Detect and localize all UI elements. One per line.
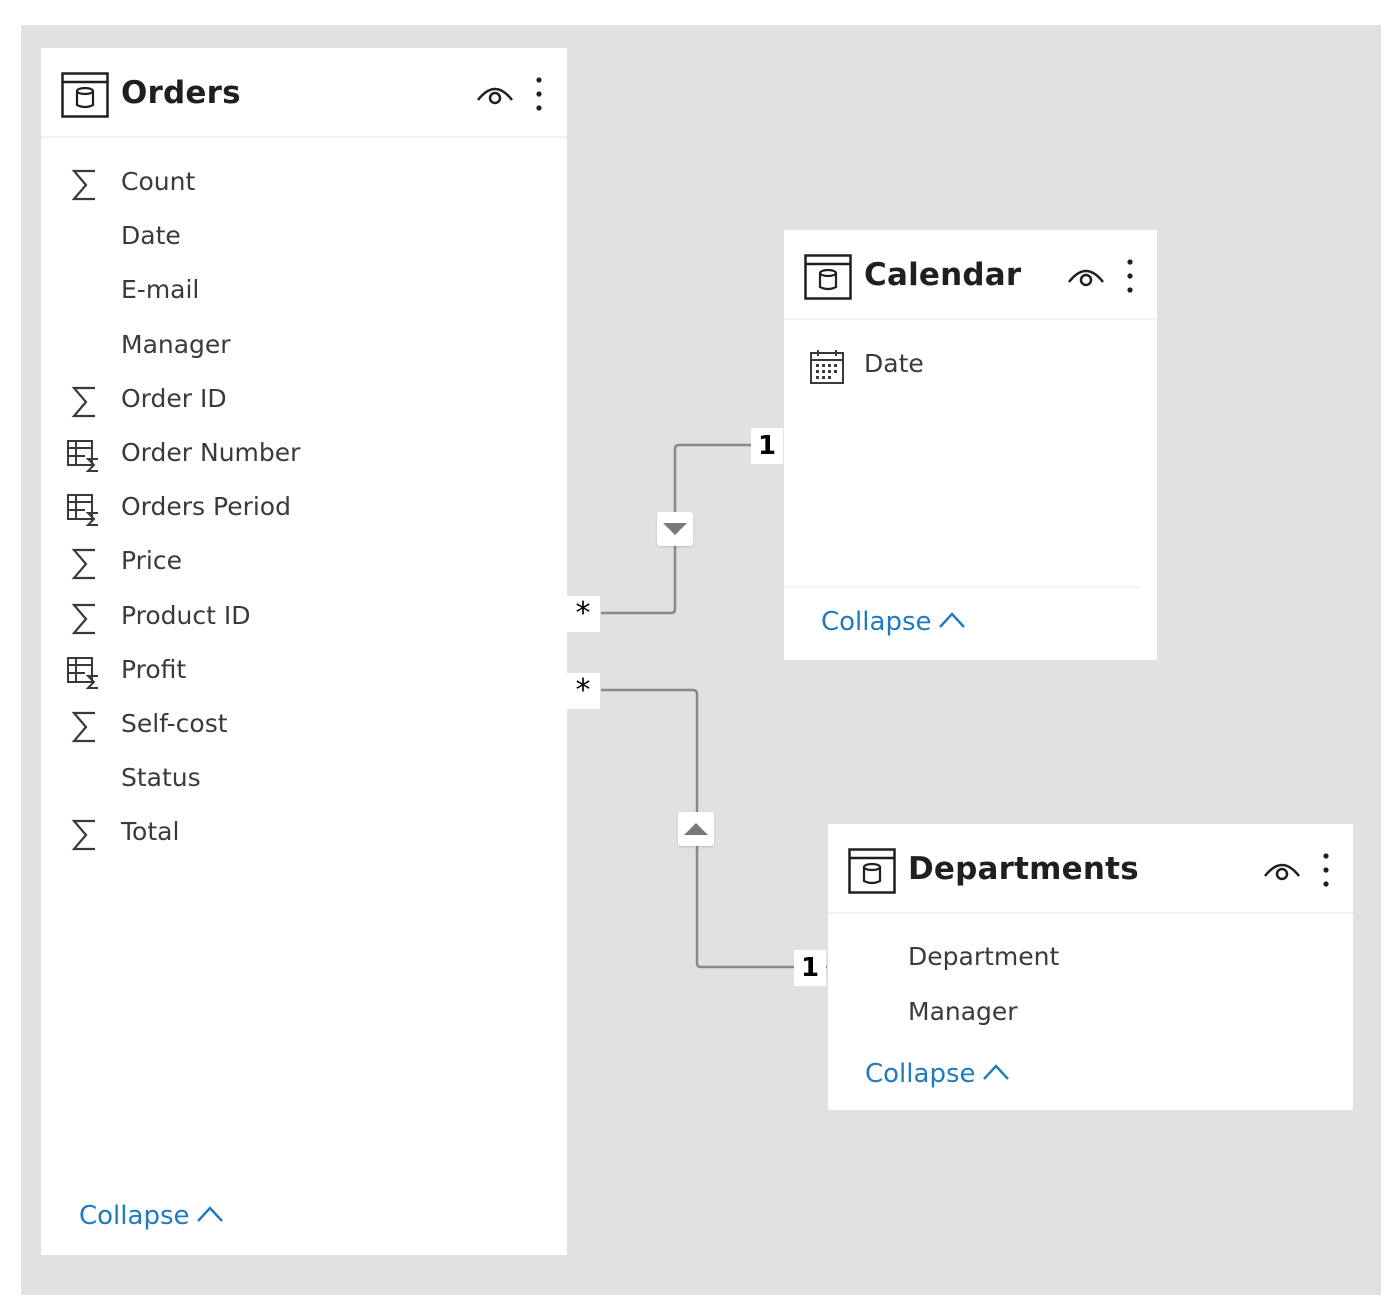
chevron-up-icon [196, 1205, 223, 1222]
collapse-label: Collapse [865, 1059, 976, 1089]
one-cardinality-marker[interactable]: 1 [794, 950, 826, 986]
field-item[interactable]: Department [828, 937, 1353, 981]
field-item[interactable]: Order Number [41, 433, 567, 477]
orders-collapse-button[interactable]: Collapse [79, 1201, 224, 1231]
departments-table-title: Departments [908, 851, 1139, 887]
calendar-table-title: Calendar [864, 257, 1022, 293]
divider [784, 586, 1141, 588]
sigma-icon [65, 166, 103, 204]
field-item[interactable]: Count [41, 162, 567, 206]
filter-direction-down-button[interactable] [657, 512, 693, 546]
field-item[interactable]: Self-cost [41, 704, 567, 748]
collapse-label: Collapse [821, 607, 932, 637]
calendar-icon [808, 348, 846, 386]
table-icon [848, 848, 896, 894]
many-cardinality-marker[interactable]: * [566, 596, 600, 632]
sigma-icon [65, 708, 103, 746]
filter-direction-up-button[interactable] [678, 812, 714, 846]
field-label: Self-cost [121, 709, 228, 738]
field-item[interactable]: Profit [41, 650, 567, 694]
field-label: Status [121, 763, 201, 793]
more-options-icon[interactable] [1322, 852, 1330, 888]
field-item[interactable]: E-mail [41, 270, 567, 314]
field-label: Profit [121, 654, 187, 684]
more-options-icon[interactable] [535, 76, 543, 112]
sigma-icon [65, 383, 103, 421]
field-label: E-mail [121, 275, 200, 305]
orders-table-title: Orders [121, 75, 241, 111]
orders-departments-relationship-line [601, 688, 827, 969]
table-icon [61, 72, 109, 118]
more-options-icon[interactable] [1126, 258, 1134, 294]
table-icon [804, 254, 852, 300]
field-label: Product ID [121, 600, 251, 630]
field-item[interactable]: Price [41, 541, 567, 585]
field-label: Count [121, 167, 196, 196]
field-label: Manager [121, 329, 231, 359]
field-item[interactable]: Status [41, 758, 567, 802]
field-label: Manager [908, 996, 1018, 1026]
sigma-icon [65, 816, 103, 854]
orders-table-header[interactable]: Orders [41, 48, 567, 138]
field-item[interactable]: Date [41, 216, 567, 260]
field-item[interactable]: Order ID [41, 379, 567, 423]
field-label: Department [908, 942, 1060, 971]
field-item[interactable]: Product ID [41, 596, 567, 640]
sigma-icon [65, 545, 103, 583]
field-label: Price [121, 546, 182, 576]
field-item[interactable]: Date [784, 344, 1157, 388]
departments-table-card[interactable]: Departments Department Manager Collapse [828, 824, 1353, 1110]
eye-icon[interactable] [1262, 856, 1302, 884]
eye-icon[interactable] [475, 80, 515, 108]
field-label: Order Number [121, 438, 301, 467]
field-label: Order ID [121, 383, 227, 413]
chevron-up-icon [938, 611, 965, 628]
triangle-down-icon [663, 523, 687, 535]
field-item[interactable]: Manager [41, 325, 567, 369]
field-label: Orders Period [121, 492, 291, 522]
departments-collapse-button[interactable]: Collapse [865, 1059, 1010, 1089]
calendar-table-header[interactable]: Calendar [784, 230, 1157, 320]
calendar-table-card[interactable]: Calendar Date Collapse [784, 230, 1157, 660]
field-label: Total [121, 817, 180, 847]
field-item[interactable]: Orders Period [41, 487, 567, 531]
sigma-icon [65, 600, 103, 638]
departments-table-header[interactable]: Departments [828, 824, 1353, 914]
one-cardinality-marker[interactable]: 1 [751, 428, 783, 464]
field-item[interactable]: Total [41, 812, 567, 856]
field-label: Date [121, 221, 181, 251]
orders-table-card[interactable]: Orders Count Date E-mail Manager Order ID Ord… [41, 48, 567, 1255]
calendar-collapse-button[interactable]: Collapse [821, 607, 966, 637]
chevron-up-icon [982, 1063, 1009, 1080]
measure-table-icon [65, 437, 103, 475]
field-item[interactable]: Manager [828, 992, 1353, 1036]
eye-icon[interactable] [1066, 262, 1106, 290]
model-canvas[interactable]: Orders Count Date E-mail Manager Order ID Ord… [21, 25, 1381, 1295]
collapse-label: Collapse [79, 1201, 190, 1231]
field-label: Date [864, 349, 924, 378]
measure-table-icon [65, 491, 103, 529]
triangle-up-icon [684, 823, 708, 835]
many-cardinality-marker[interactable]: * [566, 673, 600, 709]
measure-table-icon [65, 654, 103, 692]
